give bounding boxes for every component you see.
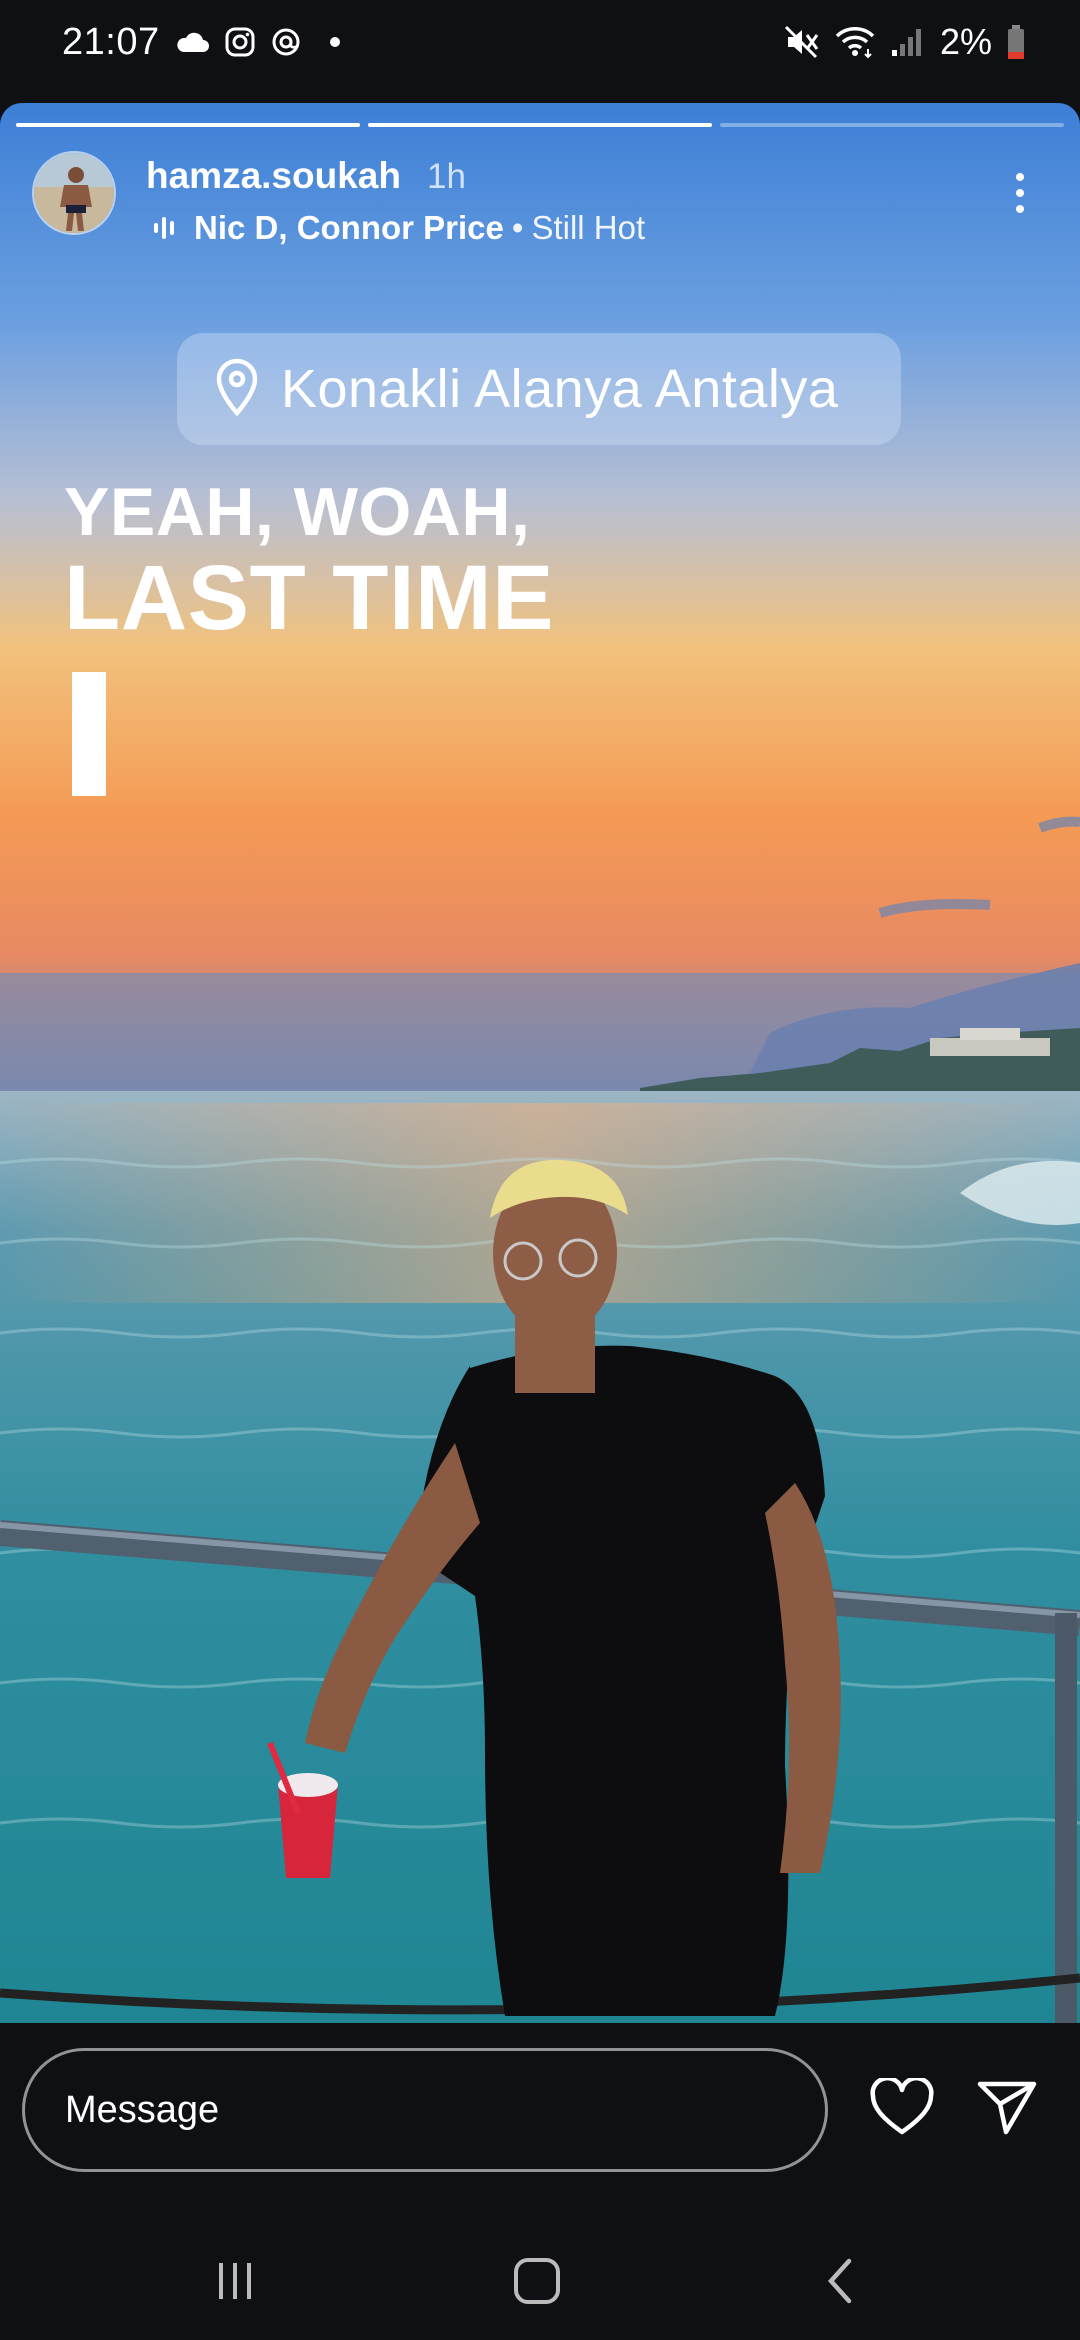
progress-fill	[16, 123, 360, 127]
location-text: Konakli Alanya Antalya	[281, 359, 839, 419]
signal-icon	[890, 26, 924, 58]
wifi-icon	[834, 25, 876, 59]
mute-icon	[784, 25, 820, 59]
cloud-icon	[174, 30, 210, 54]
username[interactable]: hamza.soukah	[146, 155, 401, 197]
reply-bar	[0, 2023, 1080, 2223]
like-button[interactable]	[867, 2074, 937, 2144]
lyric-line-2: LAST TIME	[64, 546, 555, 649]
more-dot	[1016, 173, 1024, 181]
music-separator: •	[511, 209, 524, 246]
status-bar: 21:07 2%	[0, 0, 1080, 84]
music-attribution[interactable]: Nic D, Connor Price • Still Hot	[146, 209, 645, 247]
notification-dot	[329, 37, 340, 47]
location-pin-icon	[213, 357, 261, 422]
progress-fill	[368, 123, 712, 127]
recents-button[interactable]	[195, 2253, 275, 2313]
location-sticker[interactable]: Konakli Alanya Antalya	[177, 333, 901, 445]
progress-segment	[368, 123, 712, 127]
story-header: hamza.soukah 1h Nic D, Connor Price • St…	[32, 151, 1060, 247]
story-viewer[interactable]: hamza.soukah 1h Nic D, Connor Price • St…	[0, 103, 1080, 2023]
heart-icon	[870, 2075, 934, 2141]
recents-icon	[213, 2261, 257, 2306]
story-progress	[16, 123, 1064, 127]
music-song-title: Still Hot	[531, 209, 646, 246]
header-text: hamza.soukah 1h Nic D, Connor Price • St…	[146, 155, 645, 247]
send-icon	[976, 2078, 1038, 2141]
threads-icon	[270, 26, 302, 58]
avatar[interactable]	[32, 151, 116, 235]
home-icon	[512, 2256, 562, 2311]
home-button[interactable]	[497, 2253, 577, 2313]
more-dot	[1016, 189, 1024, 197]
lyrics-sticker: YEAH, WOAH, LAST TIME	[64, 474, 555, 797]
lyric-line-1: YEAH, WOAH,	[64, 474, 531, 550]
battery-icon	[1006, 24, 1026, 60]
battery-percentage: 2%	[939, 21, 992, 62]
header-line-user: hamza.soukah 1h	[146, 155, 645, 197]
status-left: 21:07	[62, 21, 340, 64]
instagram-icon	[224, 26, 256, 58]
message-input[interactable]	[22, 2048, 828, 2172]
progress-segment	[16, 123, 360, 127]
share-button[interactable]	[972, 2074, 1042, 2144]
back-button[interactable]	[800, 2253, 880, 2313]
system-nav-bar	[0, 2223, 1080, 2340]
music-bars-icon	[152, 215, 180, 241]
more-dot	[1016, 205, 1024, 213]
post-time: 1h	[426, 157, 466, 196]
status-time: 21:07	[62, 20, 160, 63]
progress-segment	[720, 123, 1064, 127]
status-right: 2%	[784, 21, 1026, 63]
lyric-cursor	[72, 672, 106, 797]
more-options-button[interactable]	[1000, 163, 1040, 223]
music-artists: Nic D, Connor Price	[194, 209, 504, 246]
back-icon	[825, 2257, 855, 2310]
